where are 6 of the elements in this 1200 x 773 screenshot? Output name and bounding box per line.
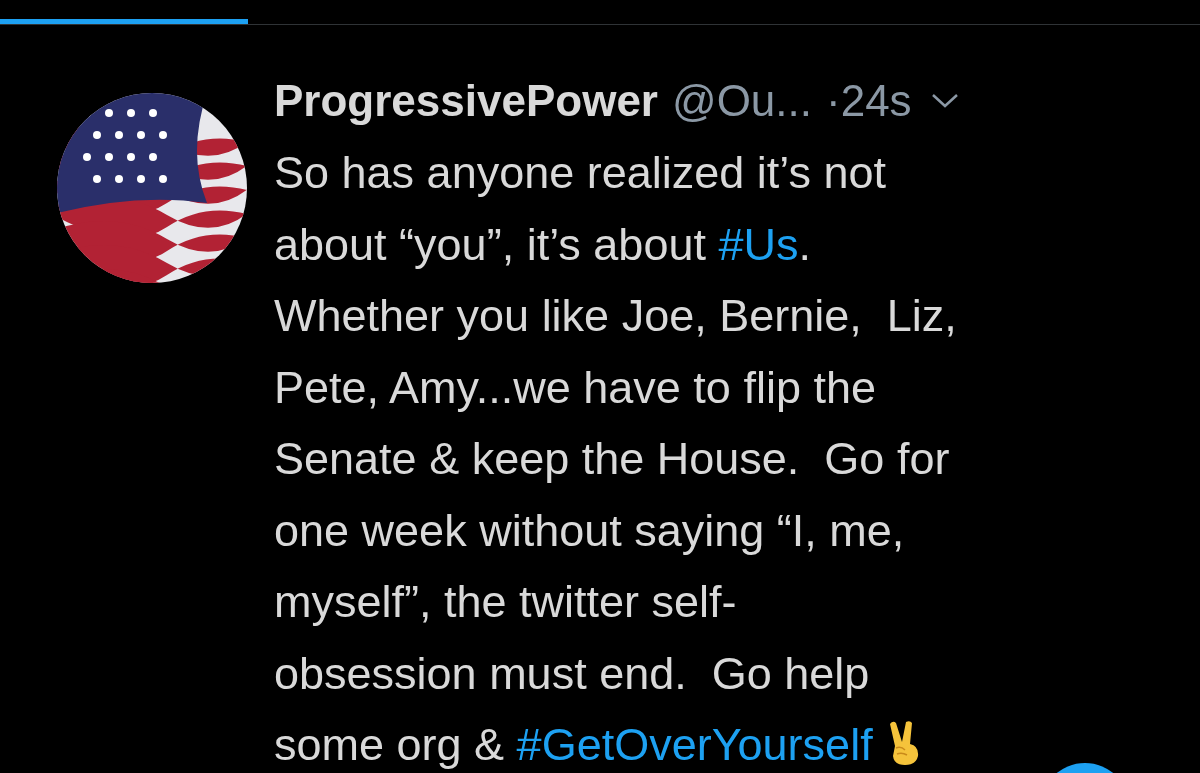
user-handle: @Ou... (671, 76, 812, 126)
tweet-time: ·24s (826, 76, 912, 126)
tweet-text: So has anyone realized it’s not about “you”, it’s about #Us. Whether you like Joe, Bernie, Liz, Pete, Amy...we have to flip the Senate & keep the House. Go for one week without saying “I, me, myself”, the twitter self- obsession must end. Go help some org & #GetOverYourself (274, 146, 958, 772)
hashtag-link[interactable]: #Us (718, 218, 799, 270)
hashtag-link[interactable]: #GetOverYourself (516, 719, 873, 770)
user-name: ProgressivePower (274, 76, 658, 126)
